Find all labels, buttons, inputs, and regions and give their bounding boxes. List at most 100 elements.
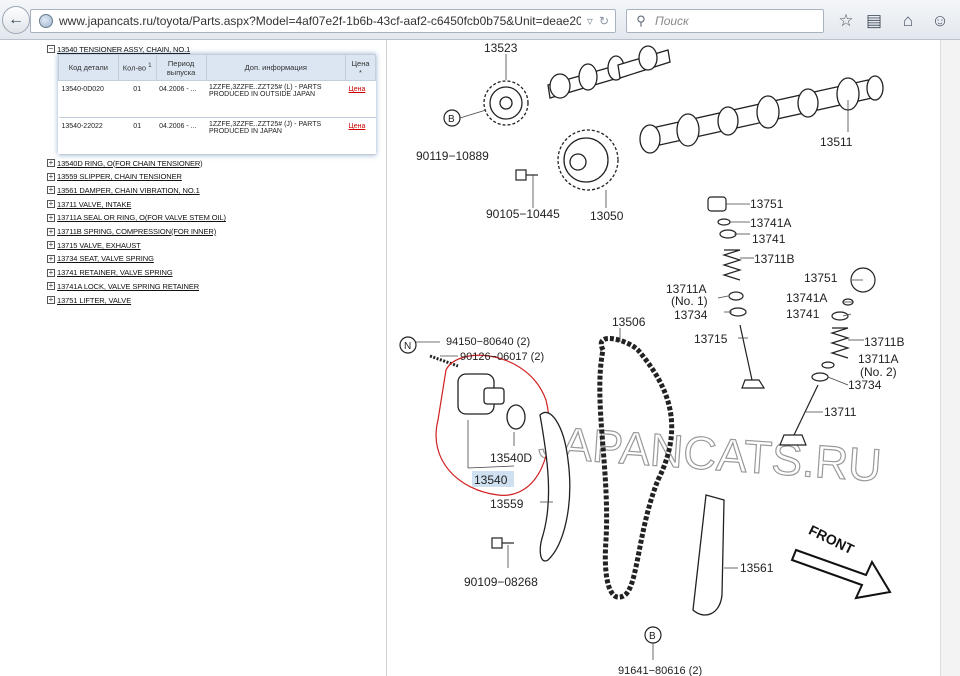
tree-item[interactable]: +13734 SEAT, VALVE SPRING [47,253,154,265]
vvt-gear-13050 [557,129,619,191]
browser-toolbar: ← www.japancats.ru/toyota/Parts.aspx?Mod… [0,0,960,40]
tree-item-label[interactable]: 13751 LIFTER, VALVE [57,296,131,305]
label-13540D[interactable]: 13540D [490,451,532,465]
label-13050[interactable]: 13050 [590,209,624,223]
expand-icon[interactable]: + [47,213,55,222]
tree-item-label[interactable]: 13741 RETAINER, VALVE SPRING [57,268,173,277]
bolt-90105 [515,169,538,181]
tree-item-label[interactable]: 13559 SLIPPER, CHAIN TENSIONER [57,172,182,181]
search-placeholder[interactable]: Поиск [655,14,689,28]
label-13741b[interactable]: 13741 [786,307,820,321]
tree-item[interactable]: +13561 DAMPER, CHAIN VIBRATION, NO.1 [47,184,200,196]
tree-item[interactable]: +13559 SLIPPER, CHAIN TENSIONER [47,171,182,183]
label-13540[interactable]: 13540 [474,473,508,487]
tree-item-label[interactable]: 13715 VALVE, EXHAUST [57,241,141,250]
tree-item[interactable]: +13711A SEAL OR RING, O(FOR VALVE STEM O… [47,212,226,224]
tree-item-label[interactable]: 13711B SPRING, COMPRESSION(FOR INNER) [57,227,216,236]
badge-b2-icon: B [644,626,662,644]
label-91641[interactable]: 91641−80616 (2) [618,665,702,676]
label-90105[interactable]: 90105−10445 [486,207,560,221]
expand-icon[interactable]: + [47,296,55,304]
smiley-icon[interactable]: ☺ [930,11,950,31]
expand-icon[interactable]: + [47,254,55,263]
badge-b-label: B [448,114,455,125]
price-link[interactable]: Цена [349,86,366,93]
tree-item[interactable]: +13540D RING, O(FOR CHAIN TENSIONER) [47,157,203,169]
front-label: FRONT [806,522,857,558]
label-13711Ba[interactable]: 13711B [754,252,794,266]
expand-icon[interactable]: + [47,200,55,209]
dropdown-arrow-icon[interactable]: ▿ [587,14,593,28]
label-94150[interactable]: 94150−80640 (2) [446,336,530,348]
tree-item[interactable]: +13711 VALVE, INTAKE [47,198,131,210]
label-13711Aa-sub: (No. 1) [671,294,708,308]
cell-period: 04.2006 - ... [156,80,206,118]
label-13559[interactable]: 13559 [490,497,524,511]
col-period: Период выпуска [155,54,207,81]
sprocket-13523 [483,80,529,126]
label-13711[interactable]: 13711 [824,405,857,419]
bookmark-star-icon[interactable]: ☆ [836,11,856,31]
tree-item-label[interactable]: 13711A SEAL OR RING, O(FOR VALVE STEM OI… [57,213,226,222]
label-13741Ab[interactable]: 13741A [786,291,827,305]
label-13734a[interactable]: 13734 [674,308,708,322]
label-13511[interactable]: 13511 [820,135,853,149]
reload-icon[interactable]: ↻ [599,14,609,28]
tree-item[interactable]: +13741 RETAINER, VALVE SPRING [47,267,173,279]
label-90126[interactable]: 90126−06017 (2) [460,351,544,363]
expand-icon[interactable]: + [47,241,55,250]
tree-item-label[interactable]: 13540 TENSIONER ASSY, CHAIN, NO.1 [57,45,190,54]
watermark: JAPANCATS.RU [537,416,883,492]
back-arrow-icon[interactable]: ← [2,6,30,34]
badge-b2-label: B [649,631,656,642]
col-price-sup: * [359,67,362,77]
expand-icon[interactable]: + [47,159,55,167]
label-13561[interactable]: 13561 [740,561,774,575]
badge-n-icon: N [399,336,417,354]
tree-item-label[interactable]: 13741A LOCK, VALVE SPRING RETAINER [57,282,199,291]
cell-code: 13540-0D020 [58,80,119,118]
tree-item-label[interactable]: 13711 VALVE, INTAKE [57,200,131,209]
url-text[interactable]: www.japancats.ru/toyota/Parts.aspx?Model… [59,14,581,28]
expand-icon[interactable]: + [47,268,55,277]
diagram-svg: JAPANCATS.RU FRONT B N B 13523 90119−108… [399,41,904,676]
tree-item[interactable]: +13711B SPRING, COMPRESSION(FOR INNER) [47,226,216,238]
damper-13561 [692,494,725,616]
table-row: 13540-0D020 01 04.2006 - ... 1ZZFE,3ZZFE… [58,80,376,118]
cell-info: 1ZZFE,3ZZFE..ZZT25# (L) - PARTS PRODUCED… [206,80,346,118]
bolt-90109 [491,537,514,549]
parts-tree-panel: − 13540 TENSIONER ASSY, CHAIN, NO.1 Код … [0,40,387,676]
bookmarks-list-icon[interactable]: ▤ [864,11,884,31]
expand-icon[interactable]: + [47,186,55,195]
label-13741Aa[interactable]: 13741A [750,216,791,230]
tree-item-label[interactable]: 13734 SEAT, VALVE SPRING [57,254,154,263]
price-link[interactable]: Цена [349,123,366,130]
tree-item[interactable]: +13715 VALVE, EXHAUST [47,239,141,251]
home-icon[interactable]: ⌂ [898,11,918,31]
expand-icon[interactable]: + [47,282,55,291]
label-90109[interactable]: 90109−08268 [464,575,538,589]
search-box[interactable]: ⚲ Поиск [626,9,824,33]
label-13734b[interactable]: 13734 [848,378,882,392]
collapse-icon[interactable]: − [47,45,55,53]
label-13751b[interactable]: 13751 [804,271,838,285]
label-90119[interactable]: 90119−10889 [416,149,489,163]
label-13715[interactable]: 13715 [694,332,728,346]
tree-item[interactable]: +13741A LOCK, VALVE SPRING RETAINER [47,280,199,292]
label-13741a[interactable]: 13741 [752,232,786,246]
tree-item-label[interactable]: 13540D RING, O(FOR CHAIN TENSIONER) [57,159,203,168]
cell-qty: 01 [118,80,157,118]
camshaft-upper [547,45,671,99]
tree-item-label[interactable]: 13561 DAMPER, CHAIN VIBRATION, NO.1 [57,186,200,195]
cell-period: 04.2006 - ... [156,117,206,155]
label-13711Ab[interactable]: 13711A [858,352,898,366]
label-13523[interactable]: 13523 [484,41,518,55]
label-13506[interactable]: 13506 [612,315,646,329]
label-13751a[interactable]: 13751 [750,197,784,211]
expand-icon[interactable]: + [47,172,55,181]
right-scroll-area[interactable] [940,40,960,676]
label-13711Bb[interactable]: 13711B [864,335,904,349]
expand-icon[interactable]: + [47,227,55,236]
address-bar[interactable]: www.japancats.ru/toyota/Parts.aspx?Model… [30,9,616,33]
tree-item[interactable]: +13751 LIFTER, VALVE [47,294,131,306]
